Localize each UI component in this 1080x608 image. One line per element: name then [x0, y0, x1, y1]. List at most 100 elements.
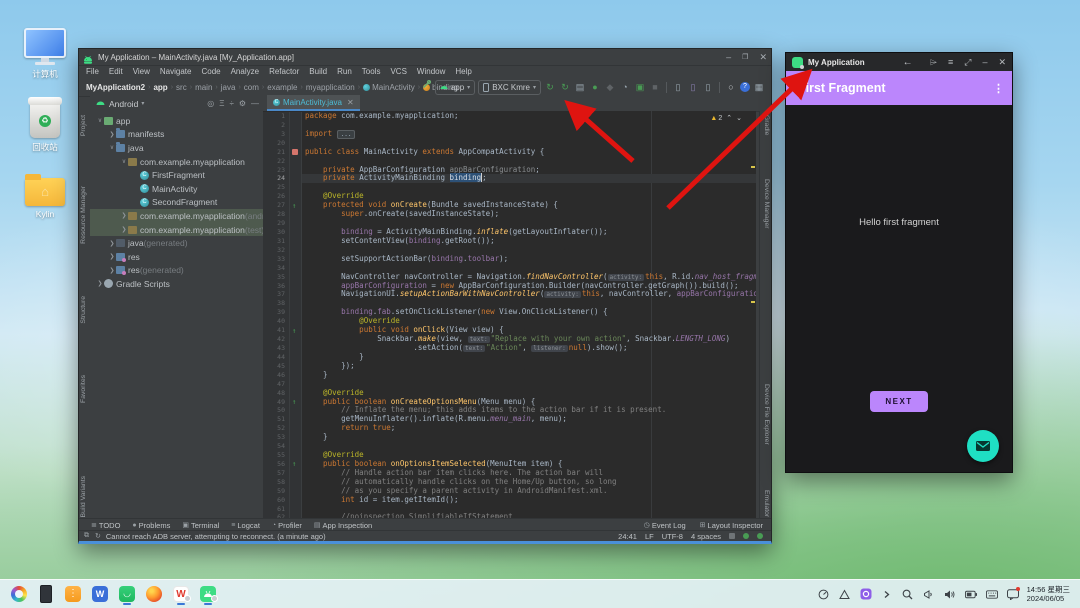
tool-tab-device-manager[interactable]: Device Manager [763, 179, 770, 229]
toolbar-stop-button[interactable]: ■ [649, 81, 661, 94]
file-encoding[interactable]: UTF-8 [662, 532, 683, 541]
back-arrow-icon[interactable]: ← [903, 57, 913, 68]
breadcrumb-item-main[interactable]: main [195, 83, 212, 92]
minimize-button[interactable]: – [726, 52, 731, 62]
toolbar-apply-changes-button[interactable]: ▤ [574, 81, 586, 94]
tool-window-tab-terminal[interactable]: ▣Terminal [182, 521, 219, 530]
breadcrumb-item-app[interactable]: app [153, 83, 167, 92]
close-icon[interactable]: ✕ [998, 57, 1006, 68]
toolbar-apply-code-changes-button[interactable]: ▣ [634, 81, 646, 94]
toolbar-device-mirror-button[interactable]: ▯ [687, 81, 699, 94]
menu-build[interactable]: Build [304, 67, 332, 76]
editor-tab-mainactivity[interactable]: C MainActivity.java ✕ [267, 95, 360, 111]
run-configuration-dropdown[interactable]: app▾ [435, 80, 475, 95]
chevron-icon[interactable]: ❯ [108, 131, 116, 138]
tray-messages-icon[interactable] [1007, 588, 1019, 600]
tray-keyboard-icon[interactable] [986, 588, 998, 600]
device-dropdown[interactable]: BXC Kmre▾ [478, 80, 541, 95]
chevron-icon[interactable]: ∨ [96, 117, 104, 124]
menu-run[interactable]: Run [332, 67, 357, 76]
tree-item-manifests[interactable]: ❯manifests [90, 128, 263, 142]
tab-close-icon[interactable]: ✕ [347, 98, 354, 107]
overflow-menu-icon[interactable]: ⋮ [993, 82, 1004, 95]
status-dot-icon[interactable] [757, 533, 763, 539]
taskbar-app-mail-green[interactable] [118, 583, 136, 605]
tool-window-tab-logcat[interactable]: ≡Logcat [231, 521, 260, 530]
tray-volume-icon[interactable] [944, 588, 956, 600]
toolbar-profiler-button[interactable]: ◔ [619, 81, 631, 94]
taskbar-app-android-studio[interactable] [199, 583, 217, 605]
tray-vpn-triangle-icon[interactable] [839, 588, 851, 600]
breadcrumb-item-mainactivity[interactable]: MainActivity [363, 83, 415, 92]
tree-item-com-example-myapplication[interactable]: ∨com.example.myapplication [90, 155, 263, 169]
breadcrumb-item-myapplication[interactable]: myapplication [306, 83, 355, 92]
tool-window-tab-profiler[interactable]: ◔Profiler [272, 521, 302, 530]
toolbar-screen-capture-button[interactable]: ▯ [702, 81, 714, 94]
code-editor[interactable]: ▲ 2 ⌃ ⌄ 1package com.example.myapplicati… [263, 111, 756, 522]
tool-tab-emulator[interactable]: Emulator [763, 490, 770, 517]
tool-tab-build-variants[interactable]: Build Variants [80, 476, 87, 517]
pin-icon[interactable]: ⌲ [930, 57, 937, 68]
close-button[interactable]: ✕ [759, 52, 767, 63]
chevron-icon[interactable]: ❯ [96, 280, 104, 287]
menu-window[interactable]: Window [412, 67, 450, 76]
tool-tab-device-file-explorer[interactable]: Device File Explorer [763, 384, 770, 445]
chevron-icon[interactable]: ❯ [120, 226, 128, 233]
taskbar-app-file-manager[interactable] [64, 583, 82, 605]
tree-item-java[interactable]: ❯java (generated) [90, 236, 263, 250]
tree-item-mainactivity[interactable]: CMainActivity [90, 182, 263, 196]
fab-email-button[interactable] [967, 430, 999, 462]
breadcrumb-item-myapplication2[interactable]: MyApplication2 [86, 83, 145, 92]
toolbar-run-button[interactable]: ● [589, 81, 601, 94]
chevron-icon[interactable]: ❯ [108, 253, 116, 260]
emulator-title-bar[interactable]: My Application ← ⌲≡⤢–✕ [786, 53, 1012, 71]
chevron-icon[interactable]: ∨ [108, 144, 116, 151]
caret-position[interactable]: 24:41 [618, 532, 637, 541]
tray-screen-record-icon[interactable] [860, 588, 872, 600]
next-button[interactable]: NEXT [870, 391, 928, 412]
tool-window-tab-problems[interactable]: ●Problems [132, 521, 170, 530]
menu-vcs[interactable]: VCS [385, 67, 411, 76]
tree-item-java[interactable]: ∨java [90, 141, 263, 155]
menu-tools[interactable]: Tools [357, 67, 386, 76]
line-ending[interactable]: LF [645, 532, 654, 541]
tree-item-com-example-myapplication[interactable]: ❯com.example.myapplication (test) [90, 223, 263, 237]
chevron-icon[interactable]: ❯ [120, 212, 128, 219]
breadcrumb-item-java[interactable]: java [221, 83, 236, 92]
tool-tab-favorites[interactable]: Favorites [80, 375, 87, 403]
toolbar-sync-project-button[interactable]: ↻ [544, 81, 556, 94]
toolbar-rerun-button[interactable]: ↻ [559, 81, 571, 94]
taskbar-app-wps-blue[interactable]: W [91, 583, 109, 605]
fullscreen-icon[interactable]: ⤢ [964, 57, 971, 68]
taskbar-app-firefox[interactable] [145, 583, 163, 605]
tree-item-secondfragment[interactable]: CSecondFragment [90, 196, 263, 210]
breadcrumb-item-src[interactable]: src [176, 83, 187, 92]
expand-all-icon[interactable]: ÷ [229, 99, 233, 108]
desktop-icon-recycle-bin[interactable]: ♻ 回收站 [13, 102, 77, 153]
tool-window-tab-layout-inspector[interactable]: ⊞Layout Inspector [700, 521, 763, 530]
minimize-icon[interactable]: – [982, 57, 987, 67]
chevron-icon[interactable]: ❯ [108, 267, 116, 274]
tool-window-tab-event-log[interactable]: ◷Event Log [644, 521, 686, 530]
locate-file-icon[interactable]: ◎ [207, 99, 214, 108]
toolbar-tool-windows-button[interactable]: ▦ [753, 81, 765, 94]
chevron-icon[interactable]: ❯ [108, 240, 116, 247]
menu-analyze[interactable]: Analyze [226, 67, 264, 76]
status-dot-icon[interactable] [743, 533, 749, 539]
tray-timer-icon[interactable] [818, 588, 830, 600]
collapse-all-icon[interactable]: Ξ [219, 99, 224, 108]
menu-navigate[interactable]: Navigate [155, 67, 197, 76]
tool-tab-gradle[interactable]: Gradle [763, 115, 770, 135]
project-view-selector[interactable]: Android [109, 99, 138, 109]
menu-refactor[interactable]: Refactor [264, 67, 304, 76]
lock-icon[interactable] [729, 533, 735, 539]
toolbar-device-manager-phone-button[interactable]: ▯ [672, 81, 684, 94]
tree-item-gradle-scripts[interactable]: ❯Gradle Scripts [90, 277, 263, 291]
menu-edit[interactable]: Edit [104, 67, 128, 76]
breadcrumb-item-example[interactable]: example [267, 83, 297, 92]
tray-megaphone-icon[interactable] [923, 588, 935, 600]
tool-tab-structure[interactable]: Structure [80, 296, 87, 324]
desktop-icon-computer[interactable]: 计算机 [13, 28, 77, 80]
tree-item-res[interactable]: ❯res [90, 250, 263, 264]
ide-title-bar[interactable]: My Application – MainActivity.java [My_A… [79, 49, 771, 66]
